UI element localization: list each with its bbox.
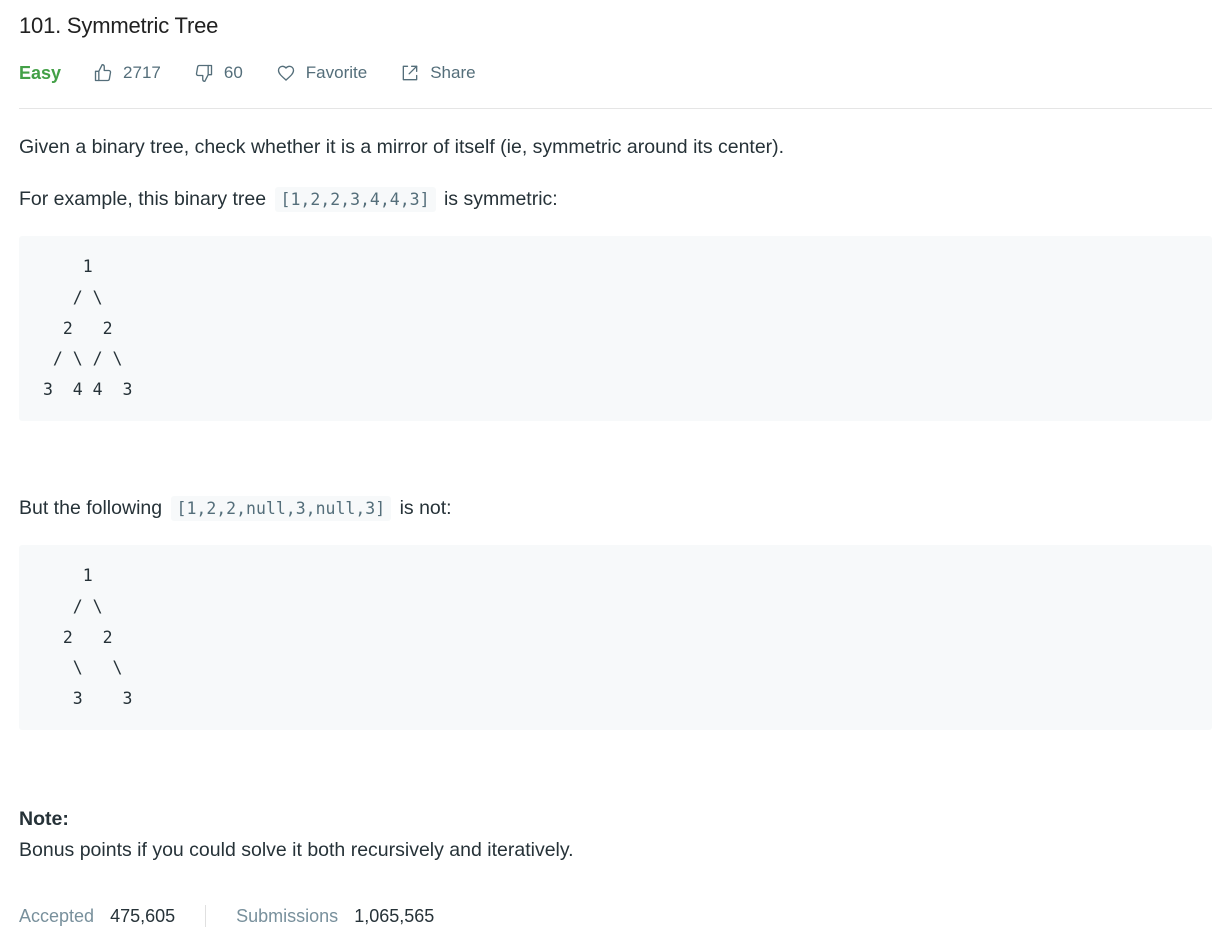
problem-meta-bar: Easy 2717 60 Favorite Share bbox=[19, 58, 509, 88]
example2-tree-block: 1 / \ 2 2 \ \ 3 3 bbox=[19, 545, 1212, 730]
example2-prefix: But the following bbox=[19, 497, 163, 519]
dislike-count: 60 bbox=[223, 63, 243, 82]
description-intro: Given a binary tree, check whether it is… bbox=[19, 136, 785, 158]
submissions-value: 1,065,565 bbox=[354, 906, 435, 926]
note-label: Note: bbox=[19, 808, 69, 830]
example1-tree-block: 1 / \ 2 2 / \ / \ 3 4 4 3 bbox=[19, 236, 1212, 421]
problem-title: 101. Symmetric Tree bbox=[19, 13, 219, 38]
like-count: 2717 bbox=[123, 63, 161, 82]
dislike-button[interactable]: 60 bbox=[194, 63, 243, 83]
example1-prefix: For example, this binary tree bbox=[19, 188, 267, 210]
example1-code: [1,2,2,3,4,4,3] bbox=[274, 187, 436, 212]
submissions-label: Submissions bbox=[236, 906, 339, 926]
note-text: Bonus points if you could solve it both … bbox=[19, 839, 574, 861]
example2-code: [1,2,2,null,3,null,3] bbox=[170, 496, 392, 521]
example1-text: For example, this binary tree [1,2,2,3,4… bbox=[19, 186, 558, 213]
share-label: Share bbox=[430, 63, 476, 82]
like-button[interactable]: 2717 bbox=[93, 63, 161, 83]
share-icon bbox=[402, 65, 418, 81]
heart-icon bbox=[277, 65, 294, 81]
header-divider bbox=[19, 108, 1212, 109]
stats-divider bbox=[205, 905, 207, 927]
thumbs-up-icon bbox=[94, 64, 112, 82]
difficulty-badge: Easy bbox=[19, 62, 62, 83]
stats-bar: Accepted 475,605 Submissions 1,065,565 bbox=[19, 903, 434, 929]
example2-text: But the following [1,2,2,null,3,null,3] … bbox=[19, 495, 452, 522]
accepted-value: 475,605 bbox=[110, 906, 176, 926]
example2-suffix: is not: bbox=[399, 497, 452, 519]
accepted-label: Accepted bbox=[19, 906, 95, 926]
example1-suffix: is symmetric: bbox=[443, 188, 558, 210]
share-button[interactable]: Share bbox=[400, 63, 476, 83]
problem-page: 101. Symmetric Tree Easy 2717 60 Favorit… bbox=[0, 0, 1212, 930]
favorite-label: Favorite bbox=[305, 63, 368, 82]
thumbs-down-icon bbox=[195, 64, 213, 83]
favorite-button[interactable]: Favorite bbox=[276, 63, 367, 83]
